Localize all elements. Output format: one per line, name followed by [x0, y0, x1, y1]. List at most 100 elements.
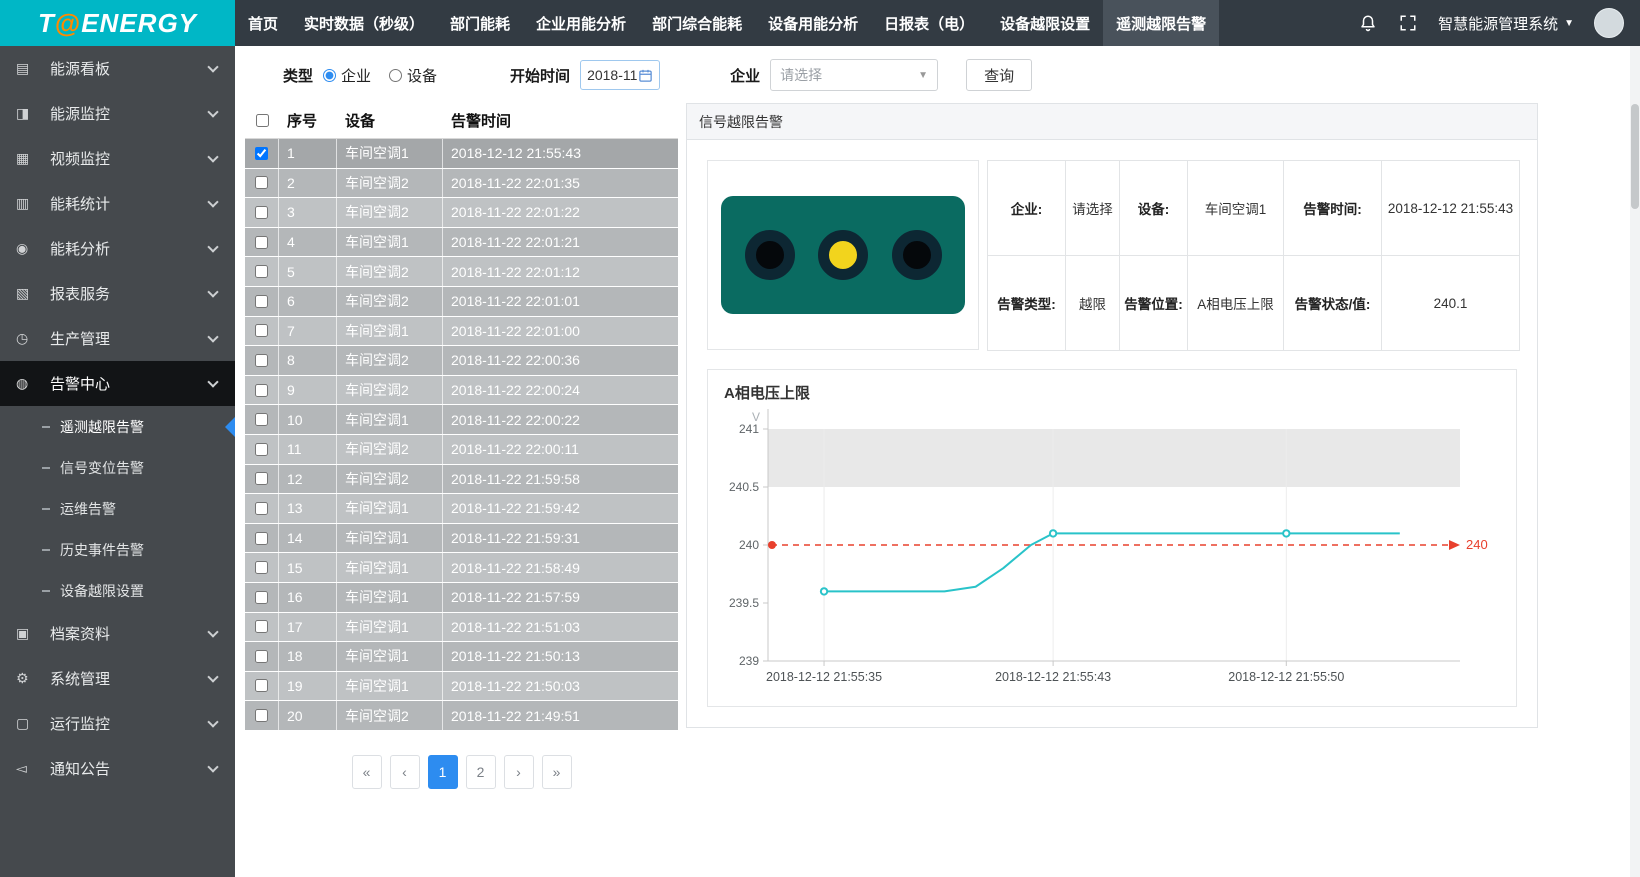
page-button[interactable]: »: [542, 755, 572, 789]
page-button[interactable]: «: [352, 755, 382, 789]
page-button[interactable]: 2: [466, 755, 496, 789]
table-row[interactable]: 12车间空调22018-11-22 21:59:58: [245, 465, 678, 495]
sidebar-item[interactable]: ▦视频监控: [0, 136, 235, 181]
row-checkbox[interactable]: [255, 206, 268, 219]
type-radio-enterprise[interactable]: 企业: [323, 65, 371, 86]
table-row[interactable]: 15车间空调12018-11-22 21:58:49: [245, 553, 678, 583]
row-device: 车间空调1: [337, 317, 443, 346]
table-row[interactable]: 4车间空调12018-11-22 22:01:21: [245, 228, 678, 258]
select-all-checkbox[interactable]: [256, 114, 269, 127]
table-row[interactable]: 6车间空调22018-11-22 22:01:01: [245, 287, 678, 317]
sidebar-subitem[interactable]: 信号变位告警: [0, 447, 235, 488]
sidebar-item[interactable]: ◅通知公告: [0, 746, 235, 791]
table-row[interactable]: 16车间空调12018-11-22 21:57:59: [245, 583, 678, 613]
row-checkbox[interactable]: [255, 502, 268, 515]
chevron-down-icon: [207, 376, 218, 387]
fullscreen-icon[interactable]: [1398, 13, 1418, 33]
row-checkbox[interactable]: [255, 147, 268, 160]
topnav-item[interactable]: 遥测越限告警: [1103, 0, 1219, 46]
table-row[interactable]: 9车间空调22018-11-22 22:00:24: [245, 376, 678, 406]
topnav-item[interactable]: 实时数据（秒级）: [291, 0, 437, 46]
table-row[interactable]: 5车间空调22018-11-22 22:01:12: [245, 257, 678, 287]
bell-icon[interactable]: [1358, 13, 1378, 33]
row-checkbox[interactable]: [255, 265, 268, 278]
row-checkbox[interactable]: [255, 561, 268, 574]
sidebar-subitem[interactable]: 运维告警: [0, 488, 235, 529]
row-checkbox[interactable]: [255, 472, 268, 485]
sidebar-item[interactable]: ▢运行监控: [0, 701, 235, 746]
radio-enterprise[interactable]: [323, 69, 336, 82]
svg-text:2018-12-12 21:55:43: 2018-12-12 21:55:43: [995, 670, 1111, 684]
info-value: 请选择: [1066, 161, 1120, 256]
sidebar-subitem[interactable]: 设备越限设置: [0, 570, 235, 611]
row-checkbox[interactable]: [255, 532, 268, 545]
row-time: 2018-11-22 22:01:22: [443, 198, 678, 227]
chevron-down-icon: ▼: [918, 70, 928, 81]
sidebar-item[interactable]: ⚙系统管理: [0, 656, 235, 701]
sidebar-subitem-label: 信号变位告警: [60, 458, 144, 478]
page-button[interactable]: 1: [428, 755, 458, 789]
row-checkbox[interactable]: [255, 236, 268, 249]
operation-icon: ▢: [16, 715, 42, 732]
table-row[interactable]: 13车间空调12018-11-22 21:59:42: [245, 494, 678, 524]
table-row[interactable]: 8车间空调22018-11-22 22:00:36: [245, 346, 678, 376]
topnav-item[interactable]: 日报表（电）: [871, 0, 987, 46]
table-row[interactable]: 1车间空调12018-12-12 21:55:43: [245, 139, 678, 169]
row-checkbox[interactable]: [255, 620, 268, 633]
query-button[interactable]: 查询: [966, 59, 1032, 91]
sidebar-subitem[interactable]: 遥测越限告警: [0, 406, 235, 447]
row-no: 11: [279, 435, 337, 464]
table-row[interactable]: 10车间空调12018-11-22 22:00:22: [245, 405, 678, 435]
table-row[interactable]: 11车间空调22018-11-22 22:00:11: [245, 435, 678, 465]
sidebar-item[interactable]: ◷生产管理: [0, 316, 235, 361]
enterprise-select[interactable]: 请选择 ▼: [770, 59, 938, 91]
sidebar-item[interactable]: ▤能源看板: [0, 46, 235, 91]
table-row[interactable]: 3车间空调22018-11-22 22:01:22: [245, 198, 678, 228]
table-row[interactable]: 18车间空调12018-11-22 21:50:13: [245, 642, 678, 672]
table-row[interactable]: 2车间空调22018-11-22 22:01:35: [245, 169, 678, 199]
row-checkbox[interactable]: [255, 354, 268, 367]
table-row[interactable]: 19车间空调12018-11-22 21:50:03: [245, 672, 678, 702]
topnav-item[interactable]: 部门能耗: [437, 0, 523, 46]
sidebar-item[interactable]: ▣档案资料: [0, 611, 235, 656]
row-time: 2018-11-22 22:00:22: [443, 405, 678, 434]
row-checkbox[interactable]: [255, 709, 268, 722]
table-row[interactable]: 17车间空调12018-11-22 21:51:03: [245, 613, 678, 643]
row-checkbox[interactable]: [255, 443, 268, 456]
page-button[interactable]: ›: [504, 755, 534, 789]
topnav-item[interactable]: 设备越限设置: [987, 0, 1103, 46]
topnav-item[interactable]: 首页: [235, 0, 291, 46]
topnav-item[interactable]: 设备用能分析: [755, 0, 871, 46]
row-checkbox[interactable]: [255, 295, 268, 308]
radio-device[interactable]: [389, 69, 402, 82]
system-menu[interactable]: 智慧能源管理系统▼: [1438, 13, 1574, 34]
sidebar-item[interactable]: ◨能源监控: [0, 91, 235, 136]
row-checkbox[interactable]: [255, 324, 268, 337]
row-checkbox[interactable]: [255, 384, 268, 397]
sidebar-subitem[interactable]: 历史事件告警: [0, 529, 235, 570]
alarm-bell-icon: ◍: [16, 375, 42, 392]
sidebar-subitem-label: 遥测越限告警: [60, 417, 144, 437]
table-row[interactable]: 7车间空调12018-11-22 22:01:00: [245, 317, 678, 347]
avatar[interactable]: [1594, 8, 1624, 38]
row-checkbox[interactable]: [255, 650, 268, 663]
sidebar-item[interactable]: ◉能耗分析: [0, 226, 235, 271]
info-value: 越限: [1066, 256, 1120, 351]
page-scrollbar[interactable]: [1630, 46, 1640, 877]
page-button[interactable]: ‹: [390, 755, 420, 789]
row-checkbox[interactable]: [255, 591, 268, 604]
row-checkbox[interactable]: [255, 413, 268, 426]
type-radio-device[interactable]: 设备: [389, 65, 437, 86]
row-checkbox[interactable]: [255, 679, 268, 692]
sidebar-item[interactable]: ▧报表服务: [0, 271, 235, 316]
table-row[interactable]: 20车间空调22018-11-22 21:49:51: [245, 701, 678, 731]
topnav-item[interactable]: 企业用能分析: [523, 0, 639, 46]
sidebar-item[interactable]: ◍告警中心: [0, 361, 235, 406]
scrollbar-thumb[interactable]: [1631, 104, 1639, 209]
start-date-input[interactable]: 2018-11: [580, 60, 660, 90]
row-time: 2018-11-22 22:00:36: [443, 346, 678, 375]
table-row[interactable]: 14车间空调12018-11-22 21:59:31: [245, 524, 678, 554]
topnav-item[interactable]: 部门综合能耗: [639, 0, 755, 46]
sidebar-item[interactable]: ▥能耗统计: [0, 181, 235, 226]
row-checkbox[interactable]: [255, 176, 268, 189]
